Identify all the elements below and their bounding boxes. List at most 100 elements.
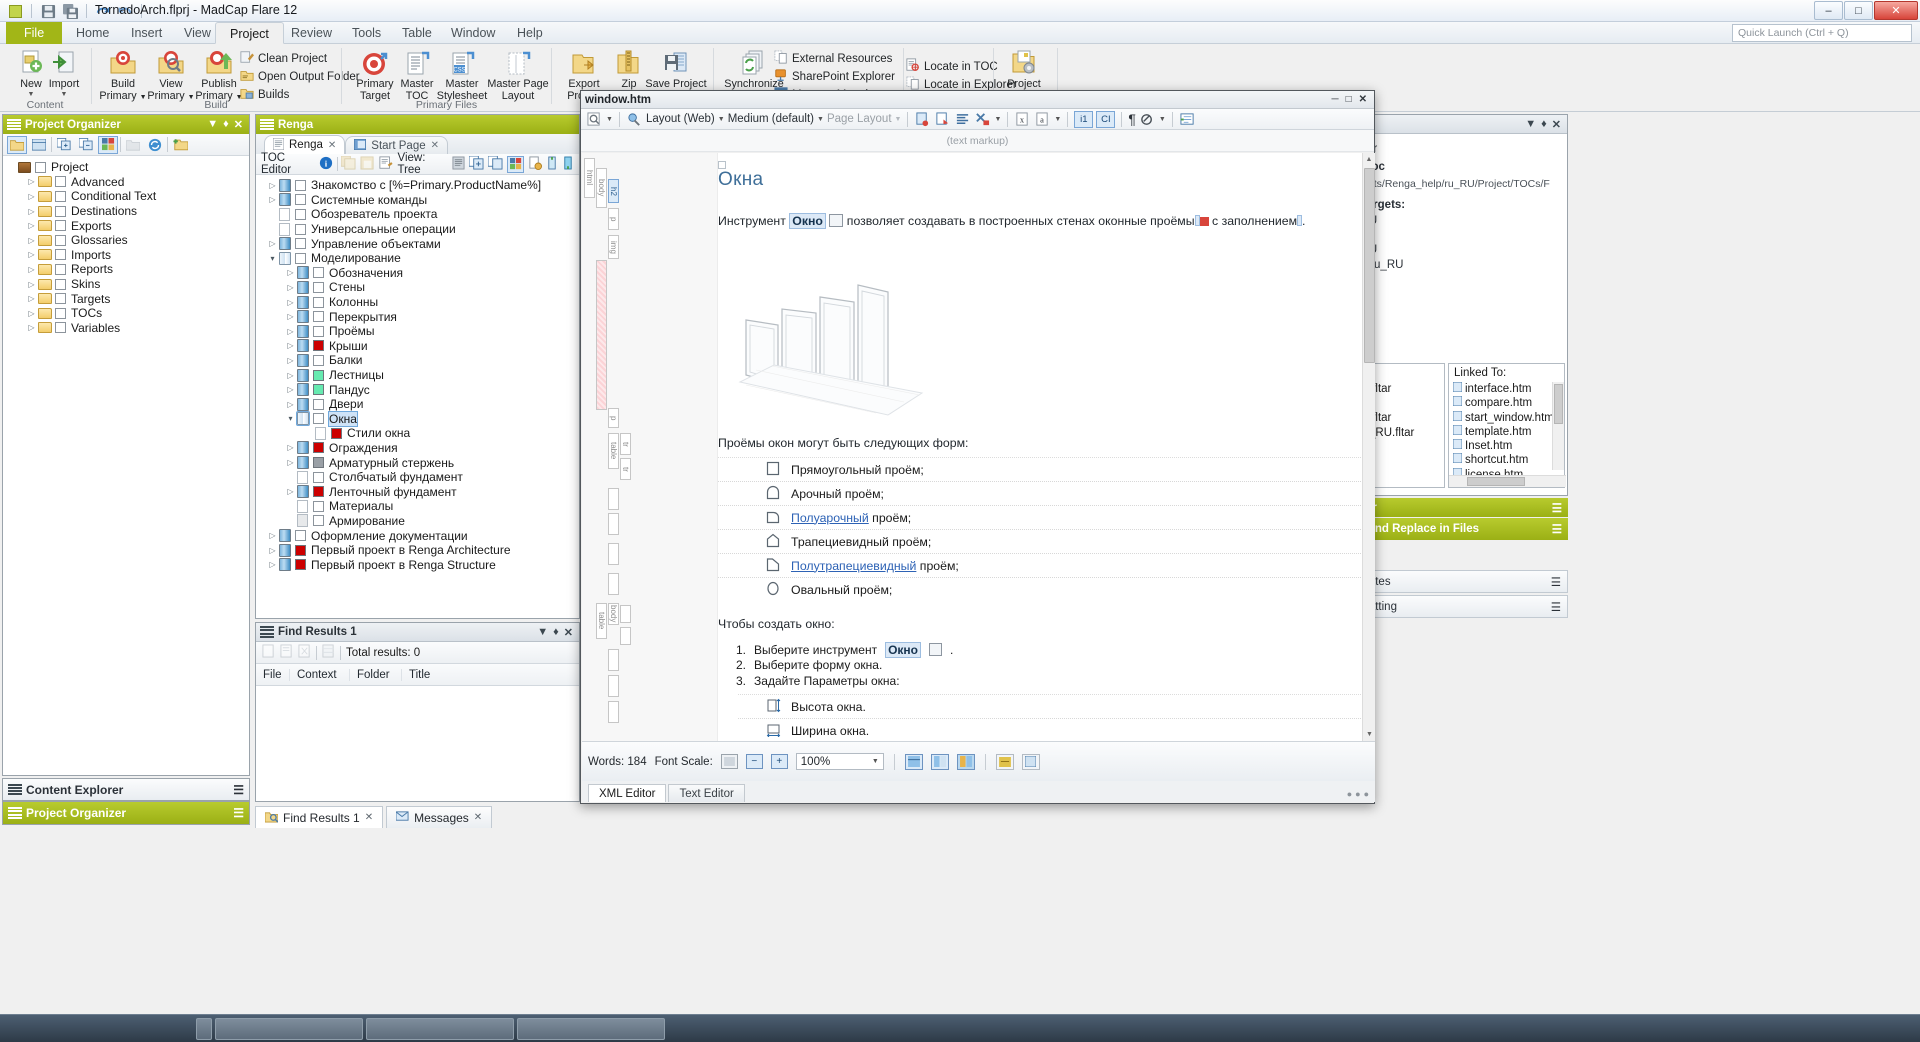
status-marker[interactable] <box>295 559 306 571</box>
column-folder[interactable]: Folder <box>350 668 402 681</box>
toc-tree-item[interactable]: ▷ Перекрытия <box>256 309 579 324</box>
tag-img[interactable]: img <box>608 235 619 259</box>
zoom-value[interactable]: 100% <box>801 756 830 768</box>
expand-arrow-icon[interactable]: ▷ <box>25 309 38 318</box>
checkbox[interactable] <box>313 281 324 293</box>
param-row[interactable]: Ширина окна. <box>738 719 1363 741</box>
pilcrow-icon[interactable]: ¶ <box>1128 111 1136 127</box>
menu-tab-review[interactable]: Review <box>277 22 346 44</box>
chevron-down-icon[interactable]: ▼ <box>817 116 824 123</box>
toc-tree-item[interactable]: ▷ Пандус <box>256 382 579 397</box>
toc-tree-item[interactable]: ▷ Управление объектами <box>256 236 579 251</box>
ribbon-clean-project-button[interactable]: Clean Project <box>240 50 327 67</box>
status-marker[interactable] <box>313 340 324 352</box>
expand-arrow-icon[interactable]: ▷ <box>284 341 297 350</box>
expand-arrow-icon[interactable]: ▷ <box>25 250 38 259</box>
grid-view-icon[interactable] <box>29 136 49 154</box>
checkbox[interactable] <box>55 249 66 261</box>
intro-keyword[interactable]: Окно <box>789 213 826 229</box>
menu-tab-project[interactable]: Project <box>215 22 284 44</box>
target-item[interactable]: ru_RU <box>1344 243 1559 258</box>
close-button[interactable]: ✕ <box>1874 1 1918 20</box>
highlight-icon[interactable] <box>1139 111 1156 128</box>
chevron-down-icon[interactable]: ▼ <box>718 116 725 123</box>
dropdown-icon[interactable]: ▼ <box>537 626 548 639</box>
character-icon[interactable]: a <box>1034 111 1051 128</box>
chevron-down-icon[interactable]: ▼ <box>872 758 879 765</box>
tag-tr-8[interactable] <box>608 675 619 697</box>
menu-tab-home[interactable]: Home <box>62 22 123 44</box>
checkbox[interactable] <box>295 252 306 264</box>
expand-arrow-icon[interactable]: ▷ <box>284 268 297 277</box>
toc-tree-item[interactable]: ▷ Знакомство с [%=Primary.ProductName%] <box>256 178 579 193</box>
scrollbar-thumb[interactable] <box>1467 477 1525 486</box>
linked-to-list[interactable]: Linked To: interface.htm compare.htm start… <box>1448 363 1566 488</box>
toc-tree-item[interactable]: Стили окна <box>256 426 579 441</box>
pin-icon[interactable]: ♦ <box>553 626 559 639</box>
linked-file-item[interactable]: template.htm <box>1452 424 1564 439</box>
index-icon[interactable]: x <box>1014 111 1031 128</box>
new-item-icon[interactable] <box>487 155 503 173</box>
project-organizer-item[interactable]: ▷ Skins <box>3 277 249 292</box>
indent-icon[interactable] <box>1179 111 1196 128</box>
toc-view-label[interactable]: View: Tree <box>397 152 448 176</box>
menu-tab-help[interactable]: Help <box>503 22 557 44</box>
tag-p-1[interactable]: p <box>608 208 619 230</box>
status-marker[interactable] <box>313 384 324 396</box>
checkbox[interactable] <box>295 223 306 235</box>
close-icon[interactable]: ✕ <box>474 812 482 823</box>
content-explorer-tab[interactable]: Content Explorer ☰ <box>2 778 250 801</box>
editor-scrollbar[interactable]: ▲ ▼ <box>1362 153 1375 741</box>
shape-row[interactable]: Полуарочный проём; <box>718 506 1365 530</box>
tag-tr-1[interactable]: tr <box>620 433 631 455</box>
expand-arrow-icon[interactable]: ▷ <box>25 192 38 201</box>
tag-html[interactable]: html <box>584 158 595 198</box>
project-organizer-item[interactable]: ▷ TOCs <box>3 306 249 321</box>
app-icon[interactable] <box>6 2 24 20</box>
web-layout-icon[interactable] <box>904 753 923 770</box>
scrollbar-thumb[interactable] <box>1554 384 1563 424</box>
chevron-down-icon[interactable]: ▼ <box>1054 116 1061 123</box>
tag-img-block[interactable] <box>596 260 607 410</box>
expand-arrow-icon[interactable]: ▷ <box>25 236 38 245</box>
checkbox[interactable] <box>55 205 66 217</box>
show-markers-icon[interactable]: CI <box>1096 110 1116 128</box>
menu-icon[interactable]: ☰ <box>1551 575 1561 589</box>
minimize-button[interactable]: – <box>1814 1 1843 20</box>
checkbox[interactable] <box>313 398 324 410</box>
tag-table-1[interactable]: table <box>608 433 619 469</box>
paste-icon[interactable] <box>360 155 375 173</box>
expand-arrow-icon[interactable]: ▷ <box>25 323 38 332</box>
color-tags-icon[interactable] <box>98 135 118 154</box>
target-item[interactable]: 5 <box>1344 229 1559 244</box>
toc-tree-item[interactable]: ▷ Системные команды <box>256 193 579 208</box>
show-tags-icon[interactable]: i1 <box>1074 110 1094 128</box>
expand-arrow-icon[interactable]: ▷ <box>284 298 297 307</box>
tag-body-2[interactable]: body <box>608 603 619 625</box>
page-layout-label[interactable]: Page Layout <box>827 113 892 125</box>
window-controls[interactable]: – □ ✕ <box>1814 1 1918 20</box>
status-marker[interactable] <box>331 427 342 439</box>
checkbox[interactable] <box>35 161 46 173</box>
toc-tree-item[interactable]: ▷ Двери <box>256 397 579 412</box>
maximize-button[interactable]: □ <box>1844 1 1873 20</box>
expand-arrow-icon[interactable]: ▷ <box>266 195 279 204</box>
quick-launch-input[interactable]: Quick Launch (Ctrl + Q) <box>1732 24 1912 42</box>
shape-row[interactable]: Арочный проём; <box>718 482 1365 506</box>
insert-bookmark-icon[interactable] <box>934 111 951 128</box>
dropdown-icon[interactable]: ▼ <box>207 118 218 131</box>
checkbox[interactable] <box>55 322 66 334</box>
target-item[interactable]: ru_RU <box>1344 214 1559 229</box>
close-icon[interactable]: ✕ <box>365 812 373 823</box>
expand-arrow-icon[interactable]: ▷ <box>25 280 38 289</box>
properties-icon[interactable] <box>452 156 465 173</box>
chevron-down-icon[interactable]: ▼ <box>994 116 1001 123</box>
project-organizer-toolbar[interactable] <box>3 134 249 156</box>
document-image[interactable] <box>718 241 1367 431</box>
checkbox[interactable] <box>313 515 324 527</box>
checkbox[interactable] <box>313 413 324 425</box>
checkbox[interactable] <box>313 325 324 337</box>
checkbox[interactable] <box>313 354 324 366</box>
close-icon[interactable]: ✕ <box>1552 118 1561 131</box>
heading-handle[interactable] <box>718 161 726 169</box>
